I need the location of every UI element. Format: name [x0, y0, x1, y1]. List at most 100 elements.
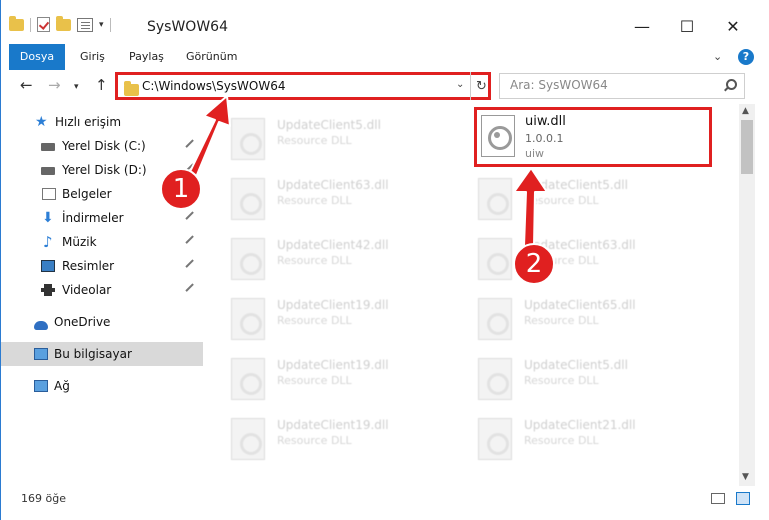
- uiw-dll-file-item[interactable]: uiw.dll 1.0.0.1 uiw: [474, 107, 712, 167]
- minimize-button[interactable]: —: [619, 12, 665, 40]
- tab-dosya[interactable]: Dosya: [9, 44, 65, 70]
- maximize-button[interactable]: ☐: [664, 12, 710, 40]
- pin-icon: [185, 235, 197, 247]
- list-item[interactable]: UpdateClient42.dll Resource DLL: [231, 232, 471, 288]
- file-name: UpdateClient5.dll: [524, 358, 628, 372]
- file-company: uiw: [525, 147, 545, 160]
- sidebar-item-label: Videolar: [62, 283, 112, 297]
- sidebar-item-this-pc[interactable]: Bu bilgisayar: [1, 342, 203, 366]
- toolbar-separator: [30, 17, 31, 32]
- sidebar-item-pictures[interactable]: Resimler: [1, 254, 203, 278]
- scroll-up-icon[interactable]: ▲: [742, 106, 749, 116]
- file-description: Resource DLL: [524, 194, 599, 207]
- customize-view-icon[interactable]: [77, 17, 93, 32]
- address-path[interactable]: C:\Windows\SysWOW64: [142, 79, 286, 93]
- help-icon[interactable]: ?: [738, 49, 754, 65]
- close-button[interactable]: ✕: [710, 12, 756, 40]
- dll-file-icon: [478, 238, 512, 280]
- address-bar[interactable]: C:\Windows\SysWOW64 ⌄ ↻: [115, 72, 491, 100]
- list-item[interactable]: UpdateClient63.dll Resource DLL: [231, 172, 471, 228]
- large-icons-view-icon[interactable]: [736, 492, 750, 505]
- sidebar-item-downloads[interactable]: ⬇ İndirmeler: [1, 206, 203, 230]
- folder-icon: [124, 81, 139, 96]
- chevron-down-icon[interactable]: ⌄: [456, 79, 464, 90]
- onedrive-icon: [34, 321, 48, 330]
- sidebar-item-videos[interactable]: Videolar: [1, 278, 203, 302]
- scroll-thumb[interactable]: [741, 120, 753, 174]
- file-description: Resource DLL: [524, 434, 599, 447]
- sidebar-item-quick-access[interactable]: ★ Hızlı erişim: [1, 110, 203, 134]
- file-name: uiw.dll: [525, 114, 566, 129]
- list-item[interactable]: UpdateClient19.dll Resource DLL: [231, 292, 471, 348]
- sidebar-item-label: Müzik: [62, 235, 97, 249]
- file-name: UpdateClient5.dll: [277, 118, 381, 132]
- chevron-down-icon[interactable]: ▾: [99, 20, 104, 30]
- back-arrow-icon[interactable]: ←: [20, 76, 33, 94]
- pin-icon: [185, 283, 197, 295]
- dll-file-icon: [231, 238, 265, 280]
- toolbar-separator: [109, 17, 111, 32]
- search-placeholder: Ara: SysWOW64: [510, 78, 608, 92]
- file-description: Resource DLL: [277, 374, 352, 387]
- list-item[interactable]: UpdateClient21.dll Resource DLL: [478, 412, 718, 468]
- file-description: Resource DLL: [524, 314, 599, 327]
- up-arrow-icon[interactable]: ↑: [95, 76, 108, 94]
- sidebar-item-label: Hızlı erişim: [55, 115, 122, 129]
- sidebar-item-local-disk-c[interactable]: Yerel Disk (C:): [1, 134, 203, 158]
- expand-ribbon-icon[interactable]: ⌄: [713, 50, 722, 63]
- search-icon[interactable]: [726, 79, 737, 90]
- explorer-window: ▾ SysWOW64 — ☐ ✕ Dosya Giriş Paylaş Görü…: [0, 0, 769, 520]
- list-item[interactable]: UpdateClient5.dll Resource DLL: [478, 172, 718, 228]
- file-name: UpdateClient65.dll: [524, 298, 636, 312]
- downloads-icon: ⬇: [42, 210, 54, 226]
- list-item[interactable]: UpdateClient65.dll Resource DLL: [478, 292, 718, 348]
- sidebar-item-music[interactable]: ♪ Müzik: [1, 230, 203, 254]
- tab-paylas[interactable]: Paylaş: [125, 44, 168, 70]
- navigation-bar: ← → ▾ ↑ C:\Windows\SysWOW64 ⌄ ↻ Ara: Sys…: [1, 72, 769, 102]
- dll-file-icon: [231, 118, 265, 160]
- forward-arrow-icon[interactable]: →: [48, 76, 61, 94]
- dll-file-icon: [478, 358, 512, 400]
- scroll-down-icon[interactable]: ▼: [742, 472, 749, 482]
- list-item[interactable]: UpdateClient19.dll Resource DLL: [231, 352, 471, 408]
- sidebar-item-onedrive[interactable]: OneDrive: [1, 310, 203, 334]
- status-bar: 169 öğe: [1, 486, 769, 520]
- file-name: UpdateClient63.dll: [277, 178, 389, 192]
- file-description: Resource DLL: [277, 194, 352, 207]
- search-input[interactable]: Ara: SysWOW64: [499, 73, 745, 99]
- quick-access-toolbar: ▾: [9, 15, 111, 32]
- drive-icon: [41, 167, 55, 175]
- list-item[interactable]: UpdateClient5.dll Resource DLL: [478, 352, 718, 408]
- drive-icon: [41, 143, 55, 151]
- sidebar-item-label: Bu bilgisayar: [54, 347, 132, 361]
- dll-file-icon: [478, 178, 512, 220]
- file-name: UpdateClient19.dll: [277, 358, 389, 372]
- tab-giris[interactable]: Giriş: [76, 44, 109, 70]
- details-view-icon[interactable]: [711, 493, 725, 504]
- dll-file-icon: [231, 178, 265, 220]
- documents-icon: [42, 188, 56, 200]
- refresh-icon[interactable]: ↻: [470, 72, 492, 100]
- vertical-scrollbar[interactable]: ▲ ▼: [739, 104, 755, 486]
- list-item[interactable]: UpdateClient5.dll Resource DLL: [231, 112, 471, 168]
- file-name: UpdateClient19.dll: [277, 298, 389, 312]
- tab-gorunum[interactable]: Görünüm: [182, 44, 241, 70]
- network-icon: [34, 380, 48, 392]
- properties-check-icon[interactable]: [37, 17, 50, 32]
- recent-locations-chevron-icon[interactable]: ▾: [74, 82, 79, 92]
- pin-icon: [185, 211, 197, 223]
- file-description: Resource DLL: [277, 134, 352, 147]
- annotation-step-2: 2: [513, 243, 555, 285]
- list-item[interactable]: UpdateClient19.dll Resource DLL: [231, 412, 471, 468]
- window-title: SysWOW64: [147, 19, 228, 35]
- folder-icon: [9, 15, 24, 31]
- pin-icon: [185, 259, 197, 271]
- file-description: Resource DLL: [277, 254, 352, 267]
- new-folder-icon[interactable]: [56, 15, 71, 31]
- videos-icon: [41, 284, 55, 296]
- item-count: 169 öğe: [21, 492, 66, 505]
- file-description: Resource DLL: [277, 314, 352, 327]
- sidebar-item-label: Ağ: [54, 379, 70, 393]
- sidebar-item-network[interactable]: Ağ: [1, 374, 203, 398]
- sidebar-item-label: Yerel Disk (D:): [62, 163, 147, 177]
